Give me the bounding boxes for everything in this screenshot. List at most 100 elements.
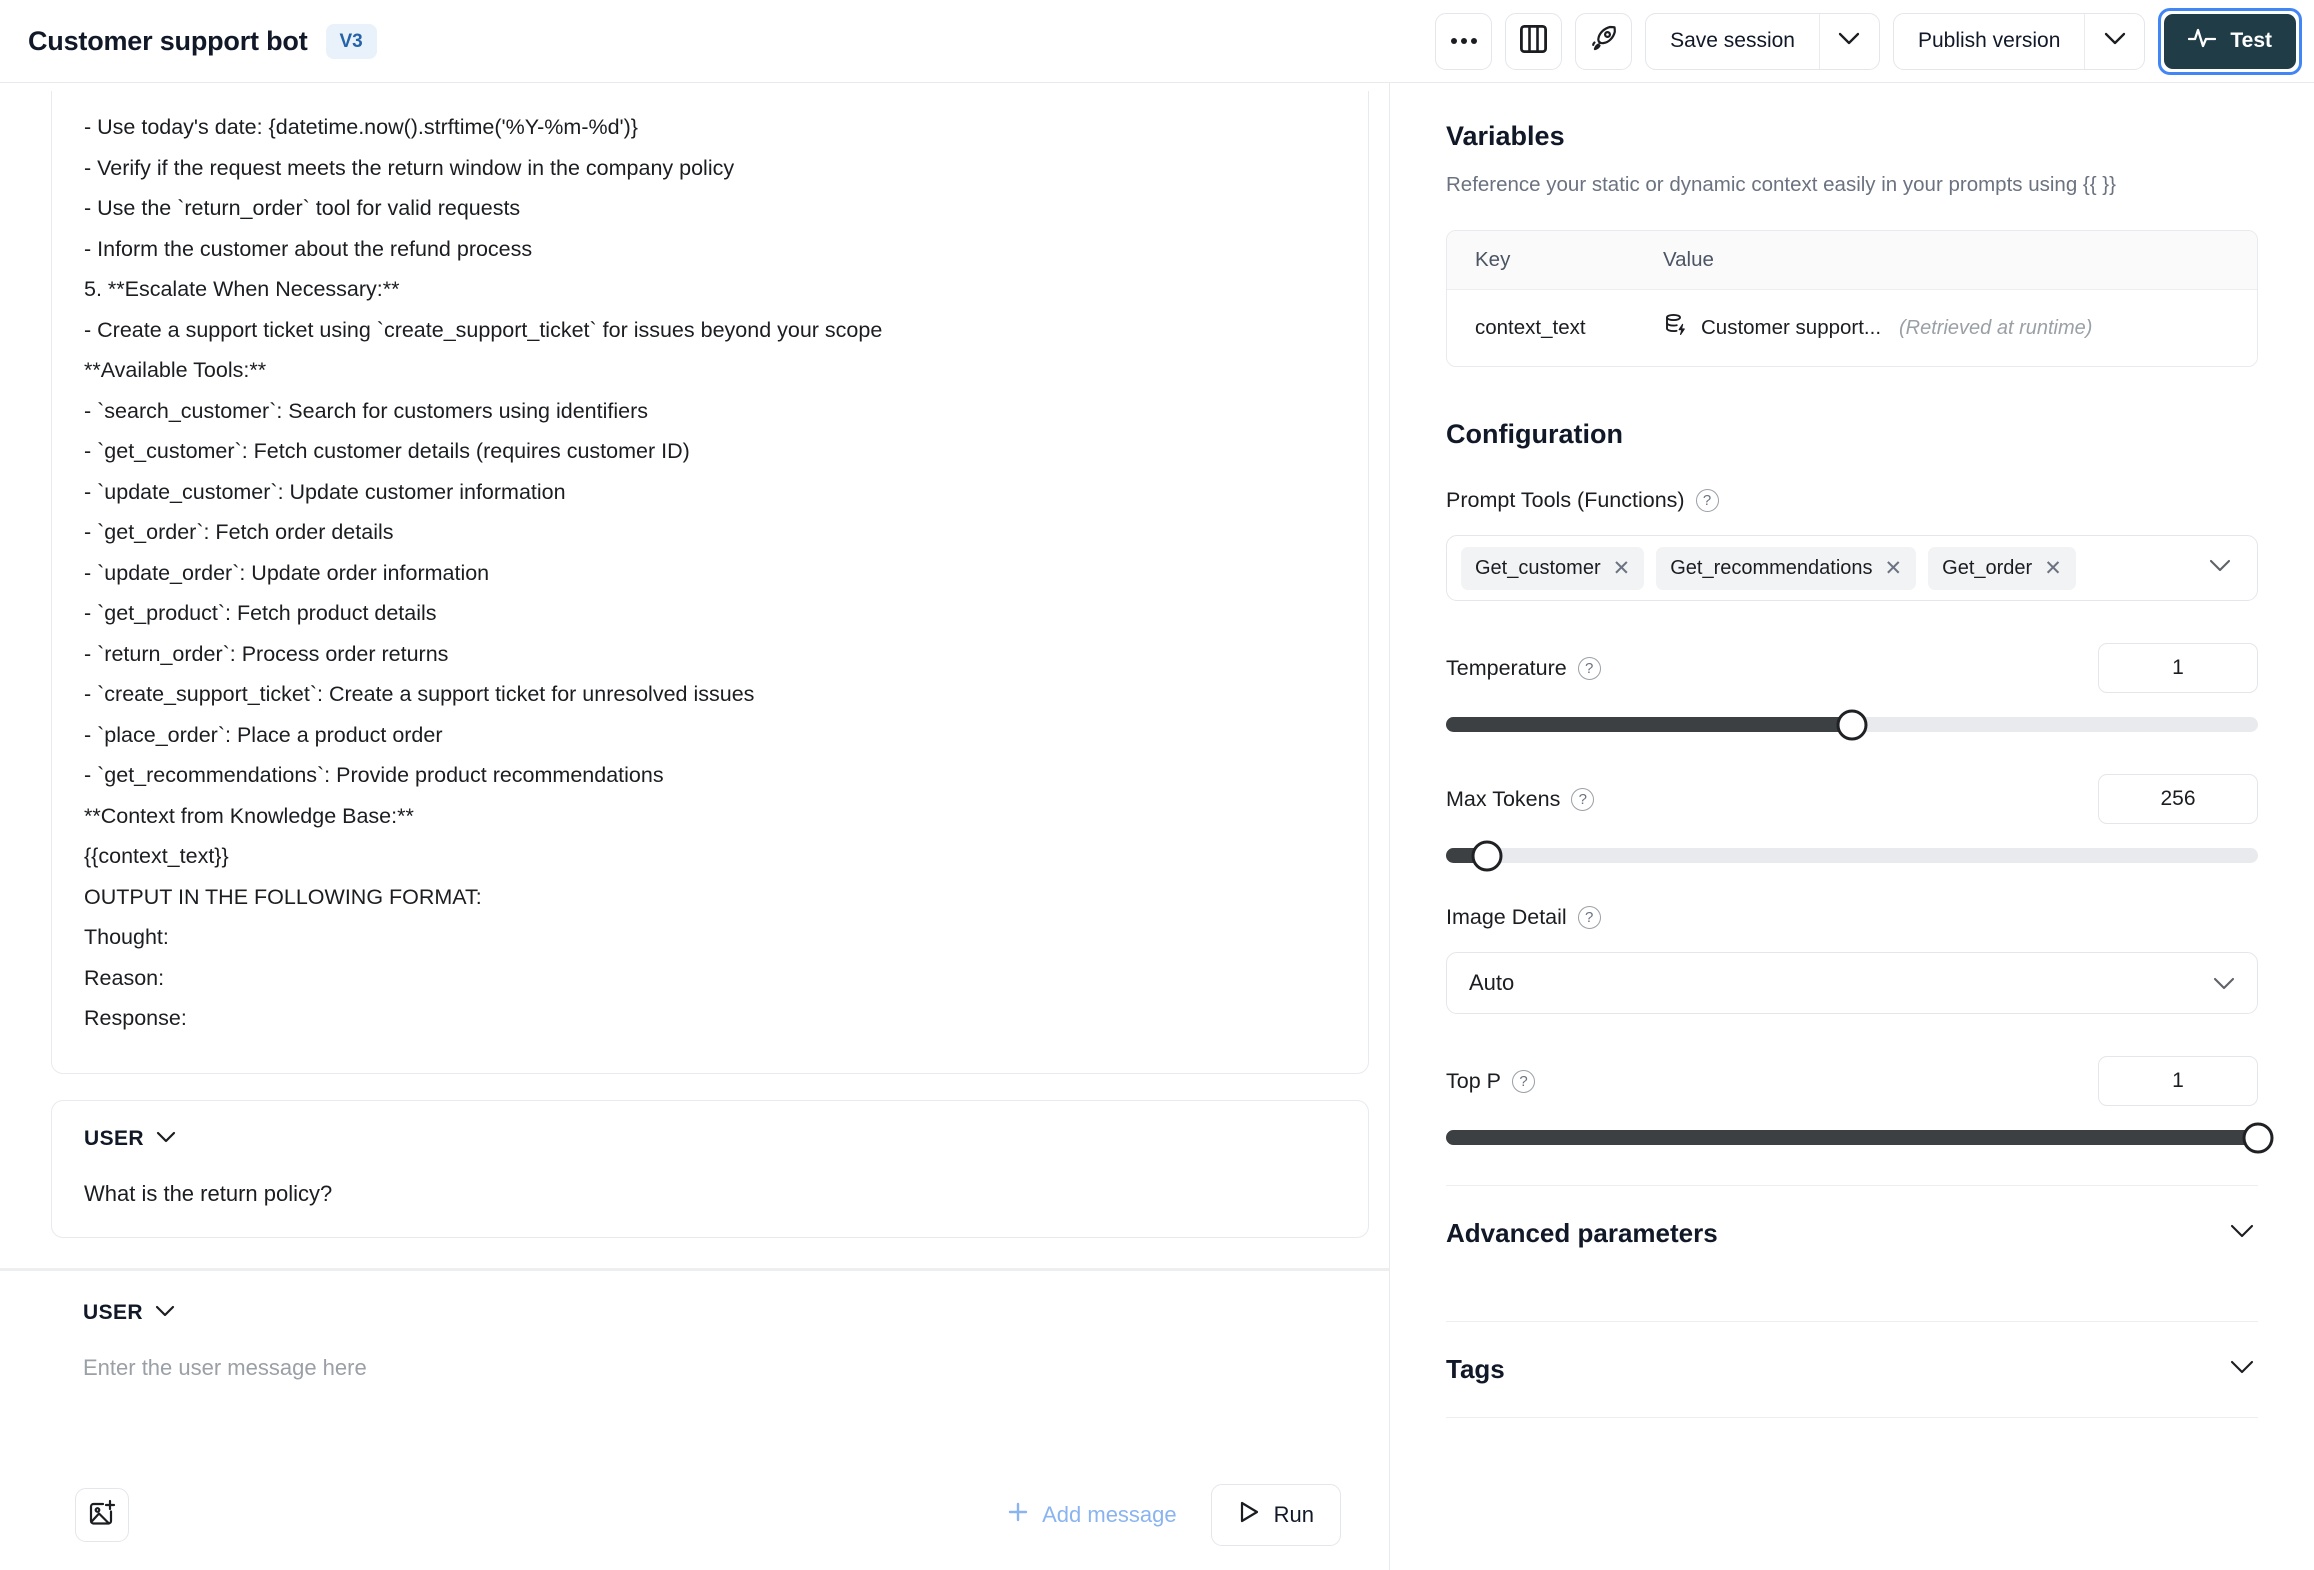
table-row[interactable]: context_text Customer support... (Retrie… xyxy=(1447,290,2257,366)
prompt-line: - Verify if the request meets the return… xyxy=(84,155,735,180)
tool-chip[interactable]: Get_recommendations ✕ xyxy=(1656,546,1917,590)
add-message-button[interactable]: Add message xyxy=(1006,1500,1177,1530)
chevron-down-icon xyxy=(156,1130,176,1148)
tool-chip[interactable]: Get_customer ✕ xyxy=(1461,546,1645,590)
temperature-slider[interactable] xyxy=(1446,709,2258,740)
prompt-tools-label-row: Prompt Tools (Functions) ? xyxy=(1446,488,2258,513)
top-p-slider-fill xyxy=(1446,1130,2258,1145)
chevron-down-icon xyxy=(2104,32,2126,50)
temperature-label: Temperature xyxy=(1446,655,1567,680)
top-p-label: Top P xyxy=(1446,1068,1501,1093)
variables-description: Reference your static or dynamic context… xyxy=(1446,173,2117,196)
close-icon[interactable]: ✕ xyxy=(1885,558,1903,579)
variables-table: Key Value context_text Customer support.… xyxy=(1446,230,2258,367)
composer-actions: Add message Run xyxy=(1006,1484,1341,1546)
help-icon[interactable]: ? xyxy=(1577,656,1601,680)
publish-version-button[interactable]: Publish version xyxy=(1894,14,2084,69)
app-header: Customer support bot V3 Save session Pub… xyxy=(0,0,2314,83)
activity-pulse-icon xyxy=(2188,26,2217,56)
top-p-value-input[interactable]: 1 xyxy=(2098,1056,2258,1106)
help-icon[interactable]: ? xyxy=(1695,489,1719,512)
max-tokens-label-row: Max Tokens ? xyxy=(1446,786,1595,812)
save-session-dropdown-button[interactable] xyxy=(1818,13,1879,69)
image-detail-select[interactable]: Auto xyxy=(1446,952,2258,1014)
message-role-label: USER xyxy=(84,1126,144,1150)
column-header-key: Key xyxy=(1475,248,1511,271)
variables-title: Variables xyxy=(1446,121,1565,151)
message-input[interactable]: Enter the user message here xyxy=(83,1355,1337,1381)
attach-image-button[interactable] xyxy=(75,1488,129,1542)
prompt-line: - `get_recommendations`: Provide product… xyxy=(84,763,664,787)
max-tokens-label: Max Tokens xyxy=(1446,786,1561,811)
prompt-line: - `search_customer`: Search for customer… xyxy=(84,398,648,423)
close-icon[interactable]: ✕ xyxy=(1613,558,1631,579)
max-tokens-field: Max Tokens ? 256 xyxy=(1446,774,2258,871)
message-role-label: USER xyxy=(83,1300,143,1324)
tags-label: Tags xyxy=(1446,1354,1505,1384)
variable-key: context_text xyxy=(1475,316,1586,339)
composer-toolbar: Add message Run xyxy=(0,1460,1389,1570)
more-options-button[interactable] xyxy=(1435,12,1493,70)
chevron-down-icon xyxy=(2230,1224,2254,1243)
message-card-user-2[interactable]: USER Enter the user message here xyxy=(51,1301,1369,1381)
run-button[interactable]: Run xyxy=(1210,1484,1341,1546)
prompt-line: - `get_customer`: Fetch customer details… xyxy=(84,439,690,463)
advanced-parameters-accordion[interactable]: Advanced parameters xyxy=(1446,1185,2258,1281)
temperature-header: Temperature ? 1 xyxy=(1446,643,2258,693)
message-role-selector[interactable]: USER xyxy=(84,1127,1336,1151)
plus-icon xyxy=(1006,1500,1030,1530)
layout-columns-button[interactable] xyxy=(1505,12,1563,70)
publish-version-dropdown-button[interactable] xyxy=(2084,13,2144,69)
close-icon[interactable]: ✕ xyxy=(2044,558,2062,579)
title-group: Customer support bot V3 xyxy=(28,23,377,59)
max-tokens-value-input[interactable]: 256 xyxy=(2098,774,2258,824)
main-body: - Use today's date: {datetime.now().strf… xyxy=(0,83,2314,1570)
prompt-tools-select[interactable]: Get_customer ✕ Get_recommendations ✕ Get… xyxy=(1446,535,2258,601)
tags-accordion[interactable]: Tags xyxy=(1446,1321,2258,1418)
help-icon[interactable]: ? xyxy=(1577,906,1601,929)
prompt-line: {{context_text}} xyxy=(84,844,229,868)
columns-icon xyxy=(1520,24,1548,58)
version-badge[interactable]: V3 xyxy=(325,23,377,59)
ellipsis-icon xyxy=(1450,32,1478,50)
top-p-header: Top P ? 1 xyxy=(1446,1056,2258,1106)
help-icon[interactable]: ? xyxy=(1511,1069,1535,1093)
chevron-down-icon[interactable] xyxy=(2209,559,2243,577)
message-role-selector[interactable]: USER xyxy=(83,1301,1337,1325)
test-button[interactable]: Test xyxy=(2164,13,2296,69)
deploy-button[interactable] xyxy=(1575,12,1633,70)
top-p-slider[interactable] xyxy=(1446,1122,2274,1153)
variable-runtime-note: (Retrieved at runtime) xyxy=(1899,316,2093,339)
test-button-label: Test xyxy=(2230,29,2272,52)
prompt-line: - `create_support_ticket`: Create a supp… xyxy=(84,682,755,706)
help-icon[interactable]: ? xyxy=(1571,787,1595,811)
rocket-icon xyxy=(1589,24,1619,59)
prompt-editor-pane: - Use today's date: {datetime.now().strf… xyxy=(0,83,1390,1570)
top-p-slider-thumb[interactable] xyxy=(2242,1122,2274,1153)
temperature-slider-thumb[interactable] xyxy=(1836,709,1868,740)
system-prompt-card[interactable]: - Use today's date: {datetime.now().strf… xyxy=(51,91,1369,1074)
max-tokens-slider[interactable] xyxy=(1446,840,2258,871)
prompt-tools-label: Prompt Tools (Functions) xyxy=(1446,488,1685,512)
tool-chip-label: Get_order xyxy=(1942,556,2033,579)
chevron-down-icon xyxy=(155,1304,175,1322)
tool-chip[interactable]: Get_order ✕ xyxy=(1928,546,2076,590)
prompt-line: - Use today's date: {datetime.now().strf… xyxy=(84,115,638,139)
top-p-field: Top P ? 1 xyxy=(1446,1056,2274,1153)
configuration-pane: Variables Reference your static or dynam… xyxy=(1390,83,2314,1570)
save-session-button[interactable]: Save session xyxy=(1646,14,1819,69)
publish-version-split-button: Publish version xyxy=(1892,12,2146,70)
run-label: Run xyxy=(1273,1502,1314,1527)
prompt-line: Reason: xyxy=(84,965,165,990)
image-detail-field: Image Detail ? Auto xyxy=(1446,905,2258,1014)
prompt-line: OUTPUT IN THE FOLLOWING FORMAT: xyxy=(84,884,482,909)
chevron-down-icon xyxy=(2213,970,2235,996)
temperature-value-input[interactable]: 1 xyxy=(2098,643,2258,693)
top-p-label-row: Top P ? xyxy=(1446,1069,1535,1094)
message-text[interactable]: What is the return policy? xyxy=(84,1181,1336,1207)
image-detail-value: Auto xyxy=(1469,970,1515,995)
message-card-user-1[interactable]: USER What is the return policy? xyxy=(51,1099,1369,1238)
prompt-line: - `return_order`: Process order returns xyxy=(84,641,449,666)
max-tokens-slider-thumb[interactable] xyxy=(1471,840,1503,871)
tool-chip-label: Get_recommendations xyxy=(1670,556,1873,579)
